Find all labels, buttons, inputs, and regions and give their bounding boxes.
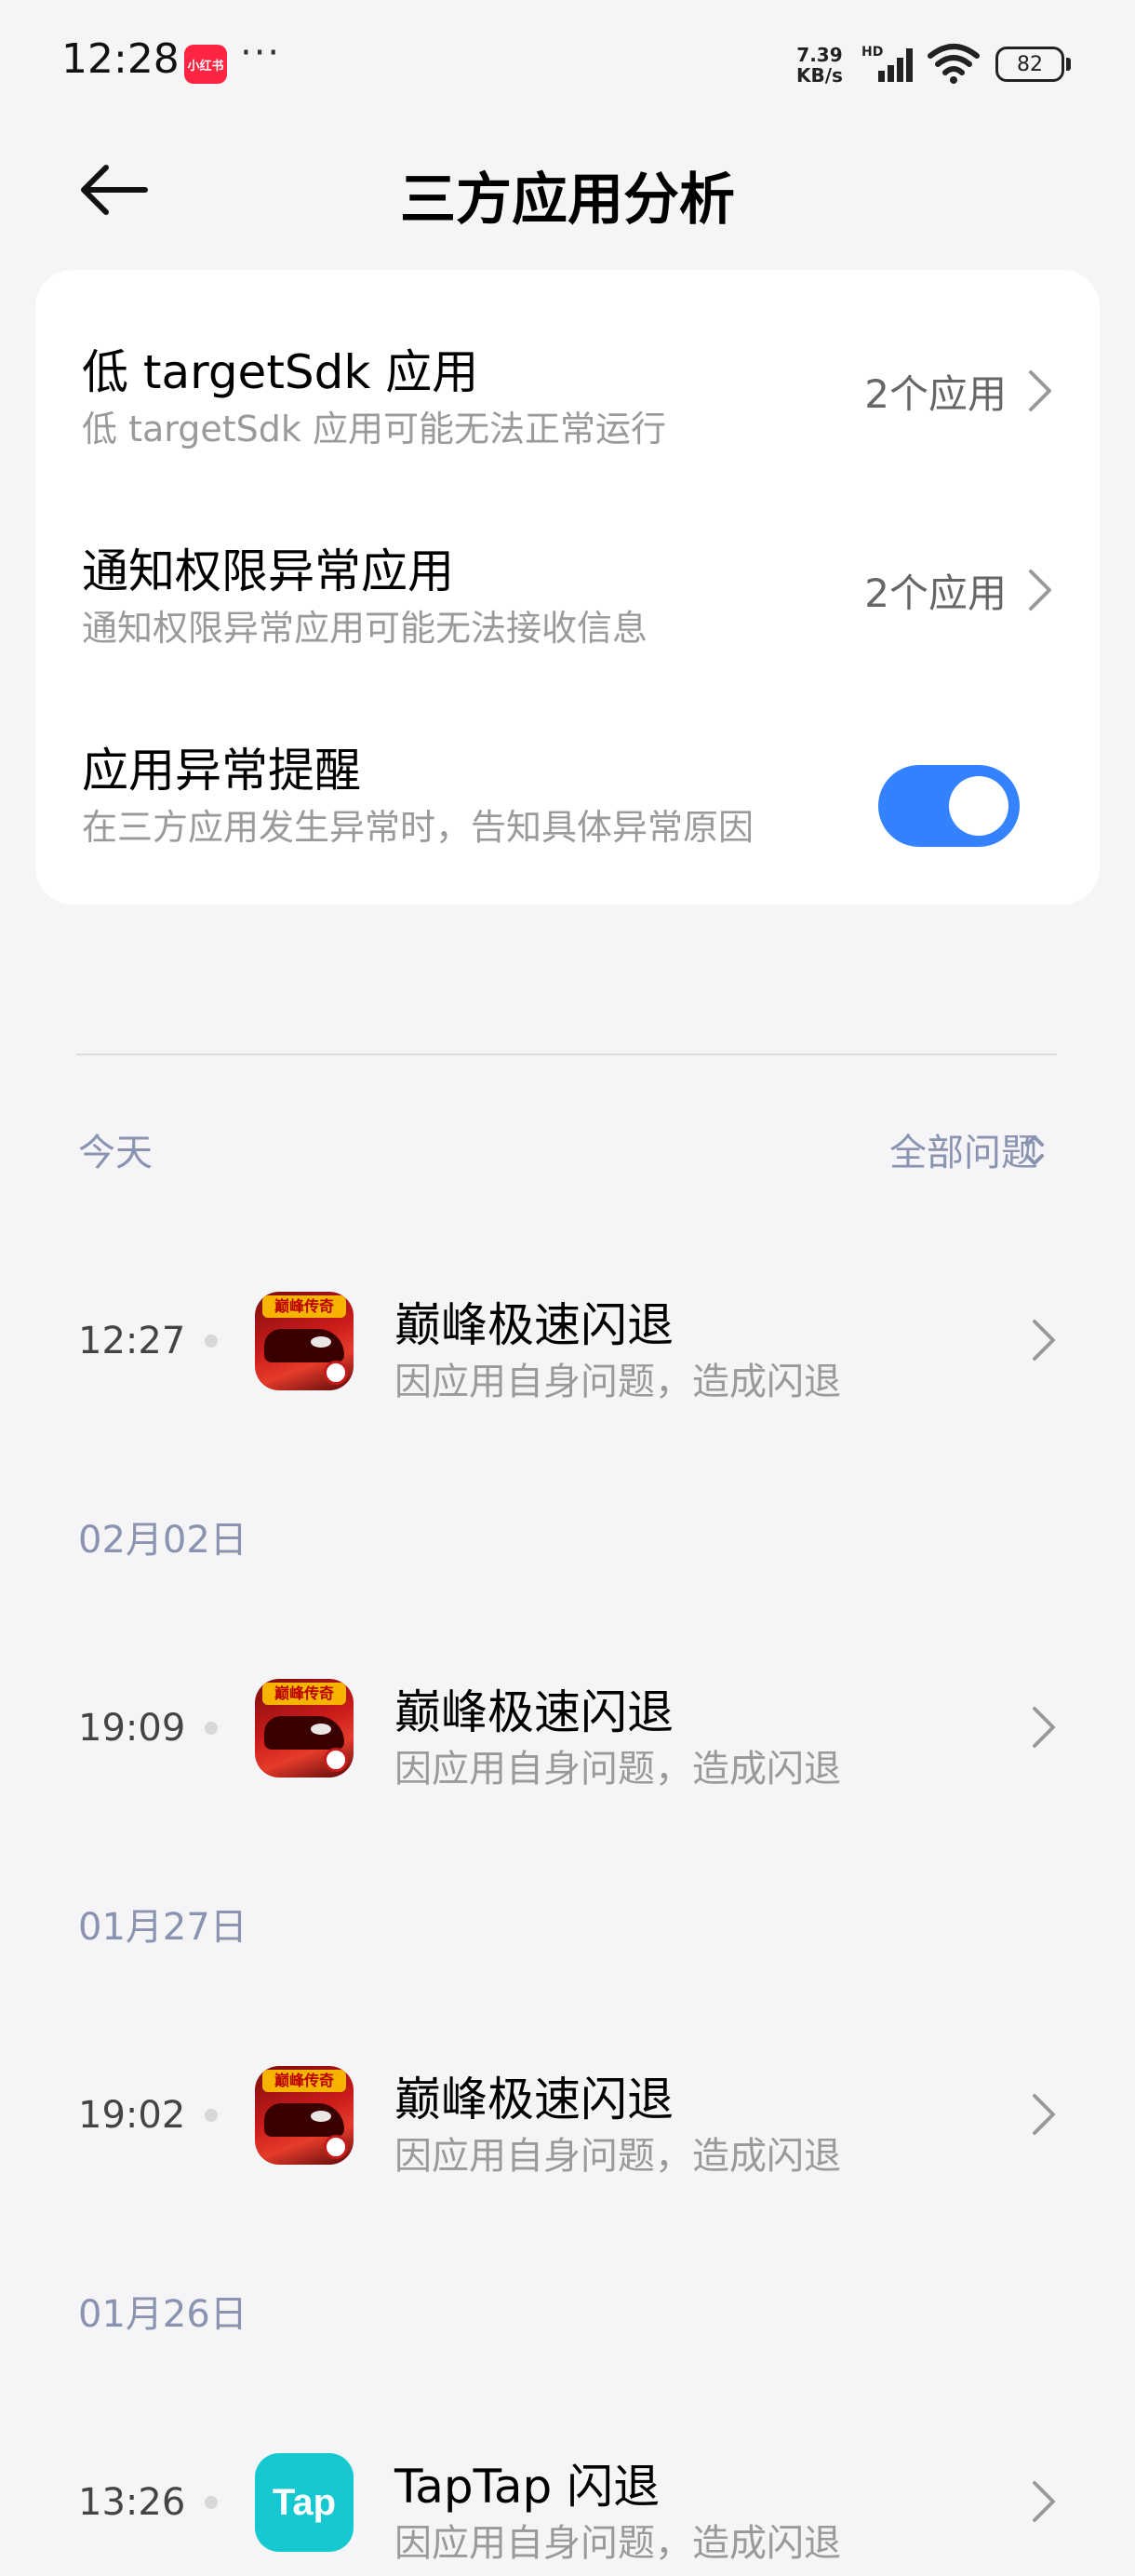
xiaohongshu-notification-icon: 小红书 — [184, 45, 227, 84]
game-icon-logo — [324, 2135, 348, 2159]
low-targetsdk-apps-row[interactable]: 低 targetSdk 应用 低 targetSdk 应用可能无法正常运行 2个… — [35, 307, 1100, 493]
crash-time: 12:27 — [78, 1320, 186, 1362]
crash-list-item[interactable]: 19:09 巅峰传奇 巅峰极速闪退 因应用自身问题，造成闪退 — [0, 1653, 1135, 1802]
setting-value: 2个应用 — [864, 570, 1007, 616]
network-speed-value: 7.39 — [796, 44, 843, 66]
crash-list-item[interactable]: 19:02 巅峰传奇 巅峰极速闪退 因应用自身问题，造成闪退 — [0, 2040, 1135, 2189]
timeline-dot — [205, 2496, 218, 2509]
timeline-dot — [205, 1335, 218, 1348]
peak-speed-game-icon: 巅峰传奇 — [255, 1292, 354, 1390]
chevron-right-icon — [1033, 1320, 1055, 1361]
game-icon-banner: 巅峰传奇 — [262, 2070, 346, 2092]
crash-subtitle: 因应用自身问题，造成闪退 — [394, 2135, 841, 2178]
setting-title: 应用异常提醒 — [82, 744, 361, 798]
chevron-right-icon — [1033, 2481, 1055, 2522]
game-icon-logo — [324, 1361, 348, 1385]
toggle-knob — [949, 776, 1008, 836]
setting-title: 低 targetSdk 应用 — [82, 345, 479, 399]
crash-subtitle: 因应用自身问题，造成闪退 — [394, 1748, 841, 1791]
game-icon-car — [264, 1329, 344, 1362]
chevron-right-icon — [1033, 2094, 1055, 2135]
game-icon-car — [264, 2103, 344, 2137]
timeline-dot — [205, 1722, 218, 1735]
battery-tip — [1066, 58, 1071, 71]
date-header: 今天 — [78, 1132, 153, 1174]
wifi-icon — [928, 44, 980, 84]
chevron-right-icon — [1033, 1707, 1055, 1748]
game-icon-banner: 巅峰传奇 — [262, 1295, 346, 1318]
date-header: 01月27日 — [78, 1906, 247, 1949]
cellular-signal-icon: HD — [861, 45, 913, 82]
setting-subtitle: 在三方应用发生异常时，告知具体异常原因 — [82, 807, 754, 848]
network-type-label: HD — [861, 45, 883, 60]
status-bar: 12:28 小红书 ··· 7.39 KB/s HD 82 — [0, 0, 1135, 130]
chevron-right-icon — [1029, 370, 1051, 411]
crash-title: 巅峰极速闪退 — [394, 2073, 674, 2127]
peak-speed-game-icon: 巅峰传奇 — [255, 2066, 354, 2165]
crash-title: 巅峰极速闪退 — [394, 1685, 674, 1739]
crash-time: 19:02 — [78, 2094, 186, 2137]
chevron-right-icon — [1029, 570, 1051, 610]
setting-title: 通知权限异常应用 — [82, 544, 454, 598]
date-header: 01月26日 — [78, 2293, 247, 2336]
network-speed-unit: KB/s — [796, 64, 843, 87]
battery-indicator: 82 — [995, 47, 1064, 82]
game-icon-banner: 巅峰传奇 — [262, 1683, 346, 1705]
more-notifications-icon: ··· — [240, 32, 282, 74]
crash-subtitle: 因应用自身问题，造成闪退 — [394, 1361, 841, 1403]
game-icon-logo — [324, 1748, 348, 1772]
app-exception-alert-toggle[interactable] — [878, 765, 1020, 847]
timeline-dot — [205, 2109, 218, 2122]
notification-permission-apps-row[interactable]: 通知权限异常应用 通知权限异常应用可能无法接收信息 2个应用 — [35, 506, 1100, 692]
network-speed: 7.39 KB/s — [796, 45, 843, 86]
crash-time: 19:09 — [78, 1707, 186, 1750]
date-header: 02月02日 — [78, 1519, 247, 1562]
setting-subtitle: 通知权限异常应用可能无法接收信息 — [82, 608, 648, 649]
crash-title: 巅峰极速闪退 — [394, 1298, 674, 1352]
crash-subtitle: 因应用自身问题，造成闪退 — [394, 2522, 841, 2565]
game-icon-car — [264, 1716, 344, 1750]
setting-value: 2个应用 — [864, 371, 1007, 417]
status-time: 12:28 — [61, 35, 180, 83]
setting-subtitle: 低 targetSdk 应用可能无法正常运行 — [82, 409, 666, 449]
issue-filter-dropdown[interactable]: 全部问题 — [889, 1122, 1038, 1176]
crash-list-item[interactable]: 12:27 巅峰传奇 巅峰极速闪退 因应用自身问题，造成闪退 — [0, 1266, 1135, 1415]
crash-time: 13:26 — [78, 2481, 186, 2524]
sort-updown-icon — [1025, 1135, 1044, 1165]
peak-speed-game-icon: 巅峰传奇 — [255, 1679, 354, 1778]
divider — [76, 1053, 1057, 1055]
crash-list-item[interactable]: 13:26 Tap TapTap 闪退 因应用自身问题，造成闪退 — [0, 2427, 1135, 2576]
taptap-app-icon: Tap — [255, 2453, 354, 2552]
page-title: 三方应用分析 — [400, 168, 735, 233]
crash-title: TapTap 闪退 — [394, 2460, 661, 2514]
